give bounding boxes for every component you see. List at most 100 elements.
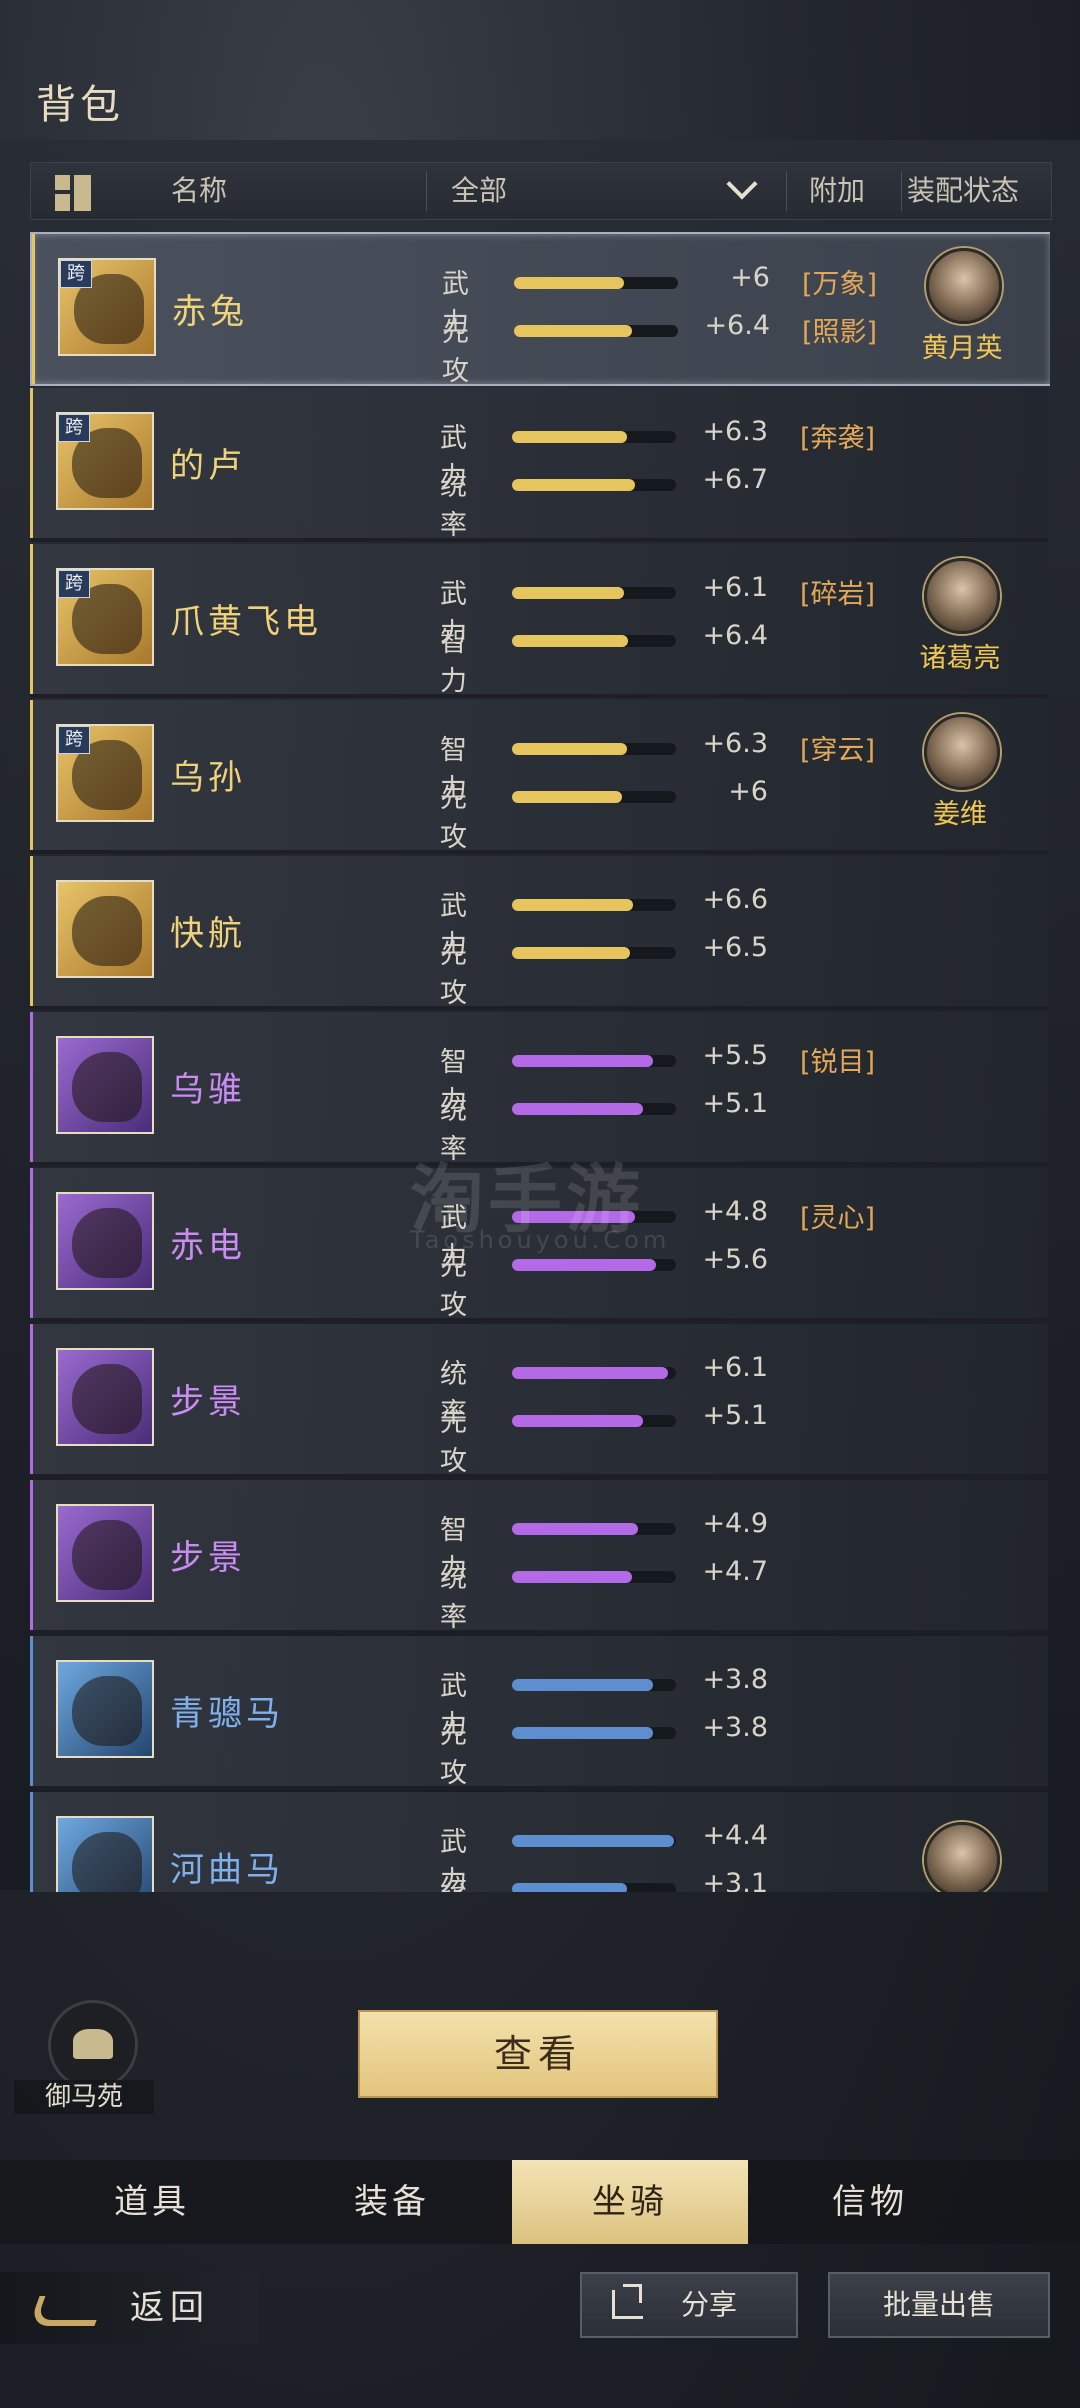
column-name-sort[interactable]: 名称 [171, 163, 227, 219]
stat-bar-fill [512, 1103, 644, 1115]
stat-bar-fill [512, 743, 627, 755]
chevron-down-icon[interactable] [726, 168, 758, 200]
hero-avatar-icon[interactable] [924, 1822, 1000, 1892]
stat-bar-fill [512, 947, 631, 959]
stat-bar-fill [512, 1727, 654, 1739]
back-label: 返回 [130, 2288, 210, 2328]
mount-row[interactable]: 步景 智力 +4.9 统率 +4.7 [30, 1480, 1048, 1634]
stat-bar [512, 743, 676, 755]
stat-bar-fill [512, 1367, 668, 1379]
mount-row[interactable]: 跨的卢 武力 +6.3 统率 +6.7 [奔袭] [30, 388, 1048, 542]
stat-bar [512, 1523, 676, 1535]
rarity-accent [30, 544, 33, 694]
stat-label: 先攻 [440, 1407, 467, 1477]
stat-bar-fill [512, 1055, 654, 1067]
stat-bar-fill [512, 1679, 654, 1691]
tab-tokens[interactable]: 信物 [752, 2160, 988, 2244]
category-tabs: 道具 装备 坐骑 信物 [0, 2160, 1080, 2244]
stat-bar-fill [512, 587, 624, 599]
tab-equipment[interactable]: 装备 [274, 2160, 510, 2244]
list-header: 名称 全部 附加 装配状态 [30, 162, 1052, 220]
stat-value: +6.3 [702, 728, 768, 759]
horse-portrait-icon [56, 880, 154, 978]
stat-label: 智力 [440, 627, 467, 697]
stat-value: +6.1 [702, 1352, 768, 1383]
mount-name: 赤电 [170, 1226, 246, 1266]
stat-value: +6.3 [702, 416, 768, 447]
mount-name: 乌骓 [170, 1070, 246, 1110]
stat-value: +3.1 [702, 1868, 768, 1892]
mount-list[interactable]: 跨赤兔 武力 +6 先攻 +6.4 [万象] [照影] 黄月英跨的卢 武力 +6.3 统率 +6.7[… [30, 232, 1050, 1892]
skill-tag: [照影] [802, 317, 878, 348]
tab-items[interactable]: 道具 [34, 2160, 270, 2244]
watermark-subtext: Taoshouyou.Com [410, 1226, 671, 1254]
stat-value: +4.8 [702, 1196, 768, 1227]
stat-label: 先攻 [440, 1719, 467, 1789]
stat-bar-fill [512, 431, 627, 443]
mount-row[interactable]: 河曲马武力+4.4统率+3.1 [30, 1792, 1048, 1892]
mount-row[interactable]: 跨乌孙 智力 +6.3 先攻 +6 [穿云] 姜维 [30, 700, 1048, 854]
hero-avatar-icon[interactable] [924, 714, 1000, 790]
stat-label: 统率 [440, 1875, 467, 1892]
mount-name: 步景 [170, 1538, 246, 1578]
mount-row[interactable]: 跨爪黄飞电 武力 +6.1 智力 +6.4 [碎岩] 诸葛亮 [30, 544, 1048, 698]
stat-label: 先攻 [440, 1251, 467, 1321]
share-label: 分享 [680, 2288, 737, 2321]
stat-label: 先攻 [440, 939, 467, 1009]
skill-tag: [锐目] [800, 1047, 876, 1078]
back-arrow-icon [28, 2296, 106, 2326]
mount-row[interactable]: 跨赤兔 武力 +6 先攻 +6.4 [万象] [照影] 黄月英 [30, 232, 1050, 387]
stat-bar [512, 947, 676, 959]
mount-row[interactable]: 青骢马 武力 +3.8 先攻 +3.8 [30, 1636, 1048, 1790]
rarity-accent [30, 700, 33, 850]
stat-bar [514, 325, 678, 337]
stat-value: +4.4 [702, 1820, 768, 1851]
horse-portrait-icon [56, 1660, 154, 1758]
stat-value: +6.1 [702, 572, 768, 603]
batch-sell-button[interactable]: 批量出售 [828, 2272, 1050, 2338]
stat-value: +5.1 [702, 1400, 768, 1431]
stat-value: +4.7 [702, 1556, 768, 1587]
rarity-accent [30, 1168, 33, 1318]
rarity-accent [30, 388, 33, 538]
stat-value: +5.5 [702, 1040, 768, 1071]
mount-name: 的卢 [170, 446, 246, 486]
stat-label: 统率 [440, 471, 467, 541]
stat-bar-fill [512, 1571, 632, 1583]
mount-name: 快航 [170, 914, 246, 954]
stat-bar-fill [512, 791, 622, 803]
skill-tag: [奔袭] [800, 423, 876, 454]
stable-button[interactable]: 御马苑 [14, 2000, 154, 2114]
page-title: 背包 [36, 82, 124, 128]
stat-bar [512, 1883, 676, 1892]
hero-avatar-icon[interactable] [924, 558, 1000, 634]
stat-bar-fill [512, 1523, 639, 1535]
mount-row[interactable]: 快航 武力 +6.6 先攻 +6.5 [30, 856, 1048, 1010]
horse-portrait-icon [56, 1036, 154, 1134]
filter-dropdown[interactable]: 全部 [451, 163, 507, 219]
stat-value: +6.4 [704, 310, 770, 341]
horse-portrait-icon [56, 1504, 154, 1602]
rarity-accent [30, 1636, 33, 1786]
stat-bar [512, 479, 676, 491]
mount-name: 赤兔 [172, 292, 248, 332]
hero-avatar-icon[interactable] [926, 248, 1002, 324]
horse-stable-icon [48, 2000, 138, 2090]
view-button[interactable]: 查看 [358, 2010, 718, 2098]
stat-value: +6 [730, 262, 770, 293]
equipped-hero-name: 黄月英 [921, 333, 1003, 364]
stat-bar [512, 1055, 676, 1067]
stat-value: +6.7 [702, 464, 768, 495]
stat-bar-fill [512, 899, 634, 911]
share-button[interactable]: 分享 [580, 2272, 798, 2338]
tab-mounts[interactable]: 坐骑 [512, 2160, 748, 2244]
back-button[interactable]: 返回 [0, 2272, 258, 2344]
stat-bar-fill [512, 479, 635, 491]
mount-row[interactable]: 步景 统率 +6.1 先攻 +5.1 [30, 1324, 1048, 1478]
column-extra: 附加 [809, 174, 866, 207]
rarity-accent [32, 234, 35, 384]
stat-label: 先攻 [440, 783, 467, 853]
layout-toggle-icon[interactable] [55, 175, 91, 211]
rarity-accent [30, 1480, 33, 1630]
stat-bar-fill [512, 1259, 657, 1271]
